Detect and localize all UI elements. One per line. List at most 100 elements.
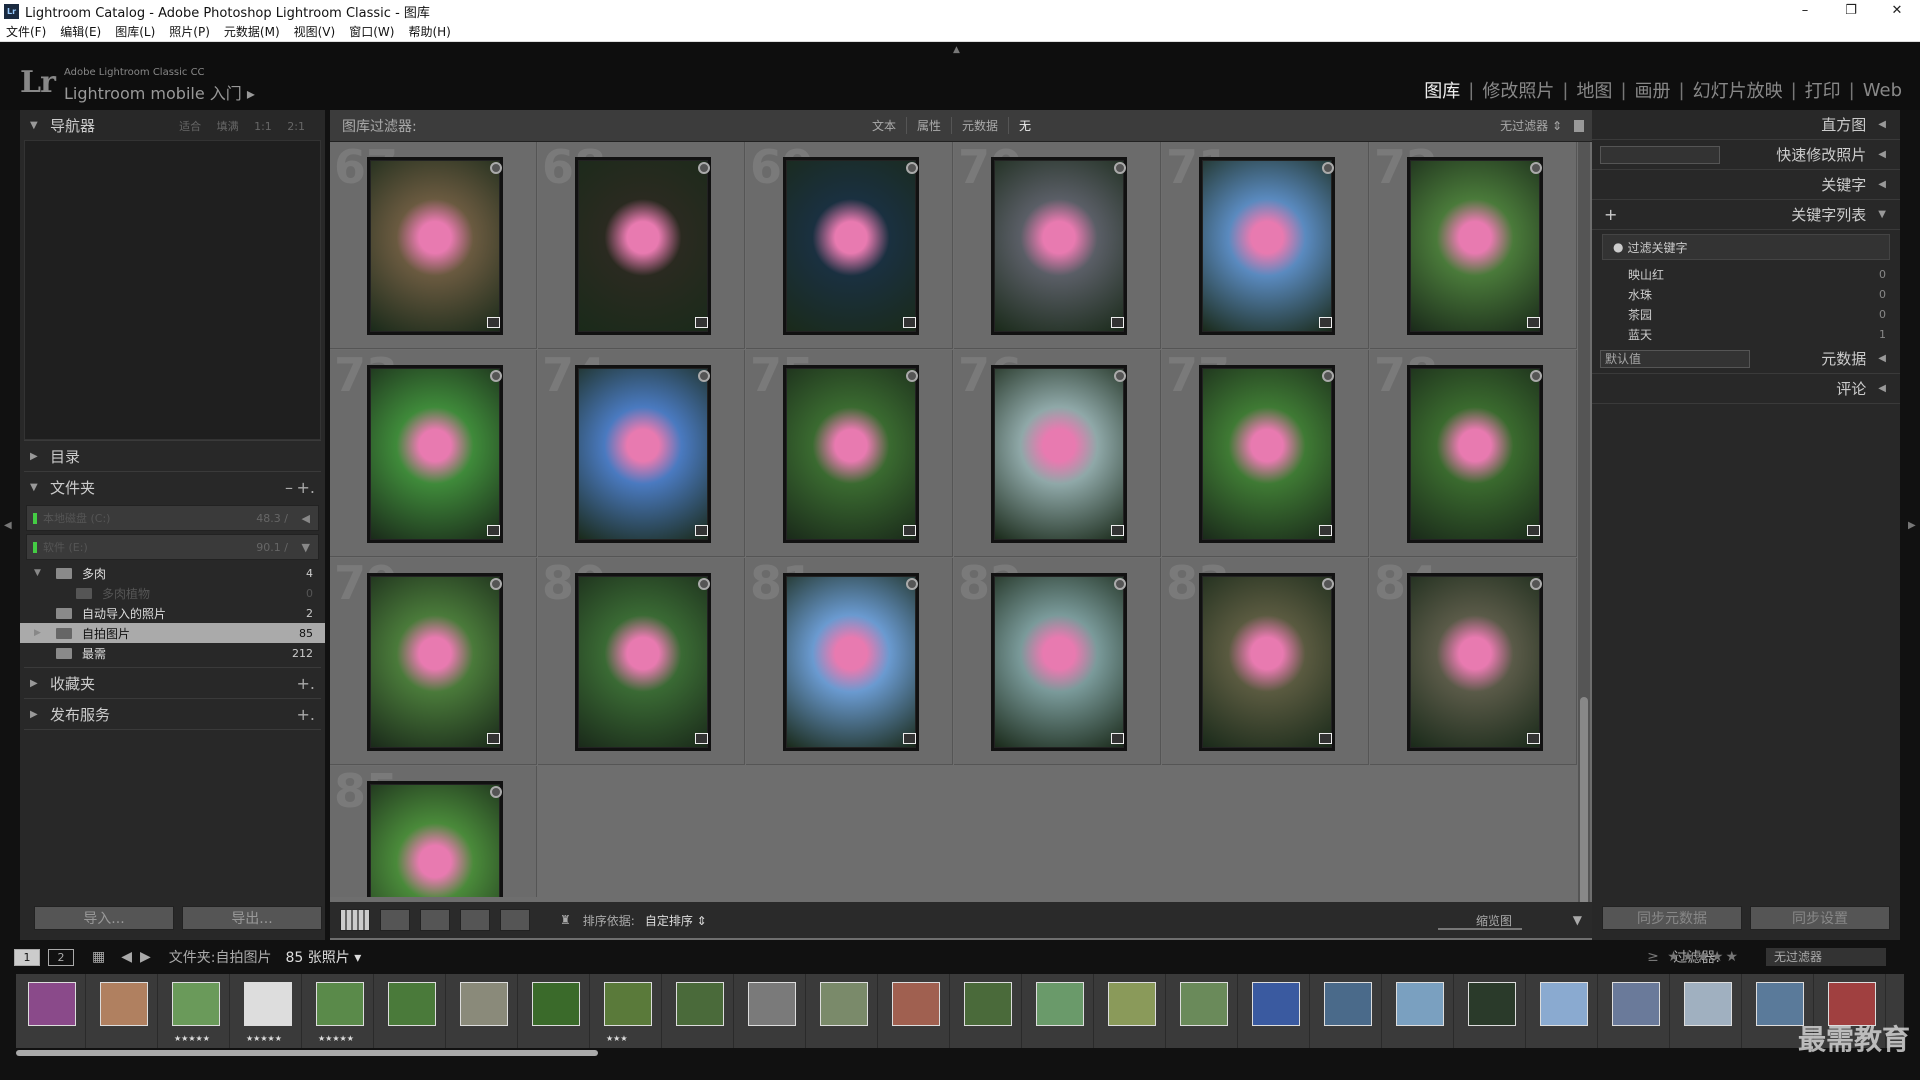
scrollbar-thumb[interactable] — [1580, 697, 1588, 907]
filmstrip-thumbnail[interactable] — [1108, 982, 1156, 1026]
filmstrip-item[interactable] — [1096, 974, 1166, 1048]
volume-e[interactable]: 软件 (E:) 90.1 / ▼ — [26, 534, 319, 560]
filmstrip-item[interactable] — [808, 974, 878, 1048]
filmstrip-item[interactable] — [1600, 974, 1670, 1048]
filmstrip-filter-select[interactable]: 无过滤器 — [1766, 948, 1886, 966]
zoom-1-1[interactable]: 1:1 — [254, 120, 272, 133]
folder-item[interactable]: 最需 212 — [20, 643, 325, 663]
photo-thumbnail[interactable] — [578, 368, 708, 540]
filmstrip-item[interactable] — [520, 974, 590, 1048]
filmstrip-thumbnail[interactable] — [1396, 982, 1444, 1026]
navigator-preview[interactable] — [24, 140, 321, 440]
grid-cell[interactable]: 83 — [1162, 556, 1369, 765]
filmstrip-thumbnail[interactable] — [532, 982, 580, 1026]
zoom-2-1[interactable]: 2:1 — [287, 120, 305, 133]
grid-cell[interactable]: 72 — [1370, 142, 1577, 349]
grid-cell[interactable]: 70 — [954, 142, 1161, 349]
quick-collection-icon[interactable] — [906, 162, 918, 174]
filmstrip-thumbnail[interactable] — [1684, 982, 1732, 1026]
export-button[interactable]: 导出... — [182, 906, 322, 930]
keyword-item[interactable]: 映山红 0 — [1592, 264, 1900, 284]
module-slideshow[interactable]: 幻灯片放映 — [1685, 77, 1791, 103]
keyword-list-header[interactable]: + 关键字列表 ▼ — [1592, 200, 1900, 230]
keyword-filter-input[interactable]: ● 过滤关键字 — [1602, 234, 1890, 260]
photo-thumbnail[interactable] — [786, 160, 916, 332]
grid-cell[interactable]: 74 — [538, 348, 745, 557]
folder-item-selected[interactable]: ▶ 自拍图片 85 — [20, 623, 325, 643]
add-publish-button[interactable]: +. — [297, 705, 316, 724]
filmstrip-item[interactable] — [952, 974, 1022, 1048]
sort-select[interactable]: 自定排序 ⇕ — [645, 912, 707, 929]
module-map[interactable]: 地图 — [1568, 77, 1620, 103]
photo-thumbnail[interactable] — [1410, 368, 1540, 540]
menu-metadata[interactable]: 元数据(M) — [224, 23, 280, 40]
keyword-item[interactable]: 蓝天 1 — [1592, 324, 1900, 344]
quick-develop-preset[interactable] — [1600, 145, 1720, 164]
photo-thumbnail[interactable] — [578, 160, 708, 332]
filmstrip-thumbnail[interactable] — [1324, 982, 1372, 1026]
menu-view[interactable]: 视图(V) — [294, 23, 336, 40]
grid-cell[interactable]: 78 — [1370, 348, 1577, 557]
navigator-header[interactable]: ▼ 导航器 适合 填满 1:1 2:1 — [20, 110, 325, 140]
folder-expand-icon[interactable]: ▶ — [34, 628, 46, 638]
quick-collection-icon[interactable] — [1114, 370, 1126, 382]
photo-thumbnail[interactable] — [994, 368, 1124, 540]
filmstrip-thumbnail[interactable] — [388, 982, 436, 1026]
quick-collection-icon[interactable] — [1530, 162, 1542, 174]
filmstrip-thumbnail[interactable] — [244, 982, 292, 1026]
grid-cell[interactable]: 81 — [746, 556, 953, 765]
filmstrip-item[interactable] — [1384, 974, 1454, 1048]
filter-tab-attribute[interactable]: 属性 — [907, 117, 953, 134]
photo-thumbnail[interactable] — [578, 576, 708, 748]
toolbar-menu-icon[interactable]: ▼ — [1573, 913, 1582, 927]
photo-thumbnail[interactable] — [370, 368, 500, 540]
filmstrip-thumbnail[interactable] — [172, 982, 220, 1026]
quick-collection-icon[interactable] — [1322, 162, 1334, 174]
filmstrip-thumbnail[interactable] — [1180, 982, 1228, 1026]
grid-cell[interactable]: 75 — [746, 348, 953, 557]
grid-cell[interactable]: 69 — [746, 142, 953, 349]
filmstrip-item[interactable] — [88, 974, 158, 1048]
photo-thumbnail[interactable] — [1202, 160, 1332, 332]
filmstrip-item[interactable] — [880, 974, 950, 1048]
quick-collection-icon[interactable] — [490, 370, 502, 382]
sync-settings-button[interactable]: 同步设置 — [1750, 906, 1890, 930]
filmstrip-source[interactable]: 文件夹:自拍图片 — [169, 947, 272, 967]
quick-collection-icon[interactable] — [698, 162, 710, 174]
filmstrip-thumbnail[interactable] — [316, 982, 364, 1026]
photo-thumbnail[interactable] — [994, 160, 1124, 332]
grid-cell[interactable]: 84 — [1370, 556, 1577, 765]
survey-view-button[interactable] — [460, 909, 490, 931]
filmstrip-item[interactable] — [664, 974, 734, 1048]
photo-count[interactable]: 85 张照片 ▾ — [286, 947, 362, 967]
folder-item[interactable]: ▼ 多肉 4 — [20, 563, 325, 583]
filmstrip-item[interactable] — [1312, 974, 1382, 1048]
filmstrip-scrollbar[interactable] — [16, 1050, 598, 1056]
filmstrip-thumbnail[interactable] — [28, 982, 76, 1026]
quick-collection-icon[interactable] — [490, 786, 502, 798]
quick-collection-icon[interactable] — [1322, 370, 1334, 382]
comments-header[interactable]: 评论 ◀ — [1592, 374, 1900, 404]
filmstrip-item[interactable] — [376, 974, 446, 1048]
histogram-header[interactable]: 直方图 ◀ — [1592, 110, 1900, 140]
import-button[interactable]: 导入... — [34, 906, 174, 930]
filter-preset-select[interactable]: 无过滤器 ⇕ — [1500, 117, 1562, 134]
module-web[interactable]: Web — [1855, 80, 1910, 101]
filter-tab-none[interactable]: 无 — [1009, 117, 1041, 134]
filmstrip-item[interactable]: ★★★★★ — [232, 974, 302, 1048]
module-library[interactable]: 图库 — [1416, 77, 1468, 103]
grid-cell[interactable]: 85 — [330, 764, 537, 897]
grid-cell[interactable]: 77 — [1162, 348, 1369, 557]
grid-view-button[interactable] — [340, 909, 370, 931]
menu-library[interactable]: 图库(L) — [115, 23, 155, 40]
volume-c[interactable]: 本地磁盘 (C:) 48.3 / ◀ — [26, 505, 319, 531]
menu-file[interactable]: 文件(F) — [6, 23, 46, 40]
painter-icon[interactable]: ♜ — [560, 913, 571, 927]
maximize-button[interactable]: ❐ — [1828, 0, 1874, 22]
grid-cell[interactable]: 79 — [330, 556, 537, 765]
filmstrip-thumbnail[interactable] — [1036, 982, 1084, 1026]
quick-collection-icon[interactable] — [698, 370, 710, 382]
grid-scrollbar[interactable] — [1578, 142, 1590, 934]
photo-thumbnail[interactable] — [370, 784, 500, 897]
metadata-preset-select[interactable]: 默认值 — [1600, 349, 1750, 368]
